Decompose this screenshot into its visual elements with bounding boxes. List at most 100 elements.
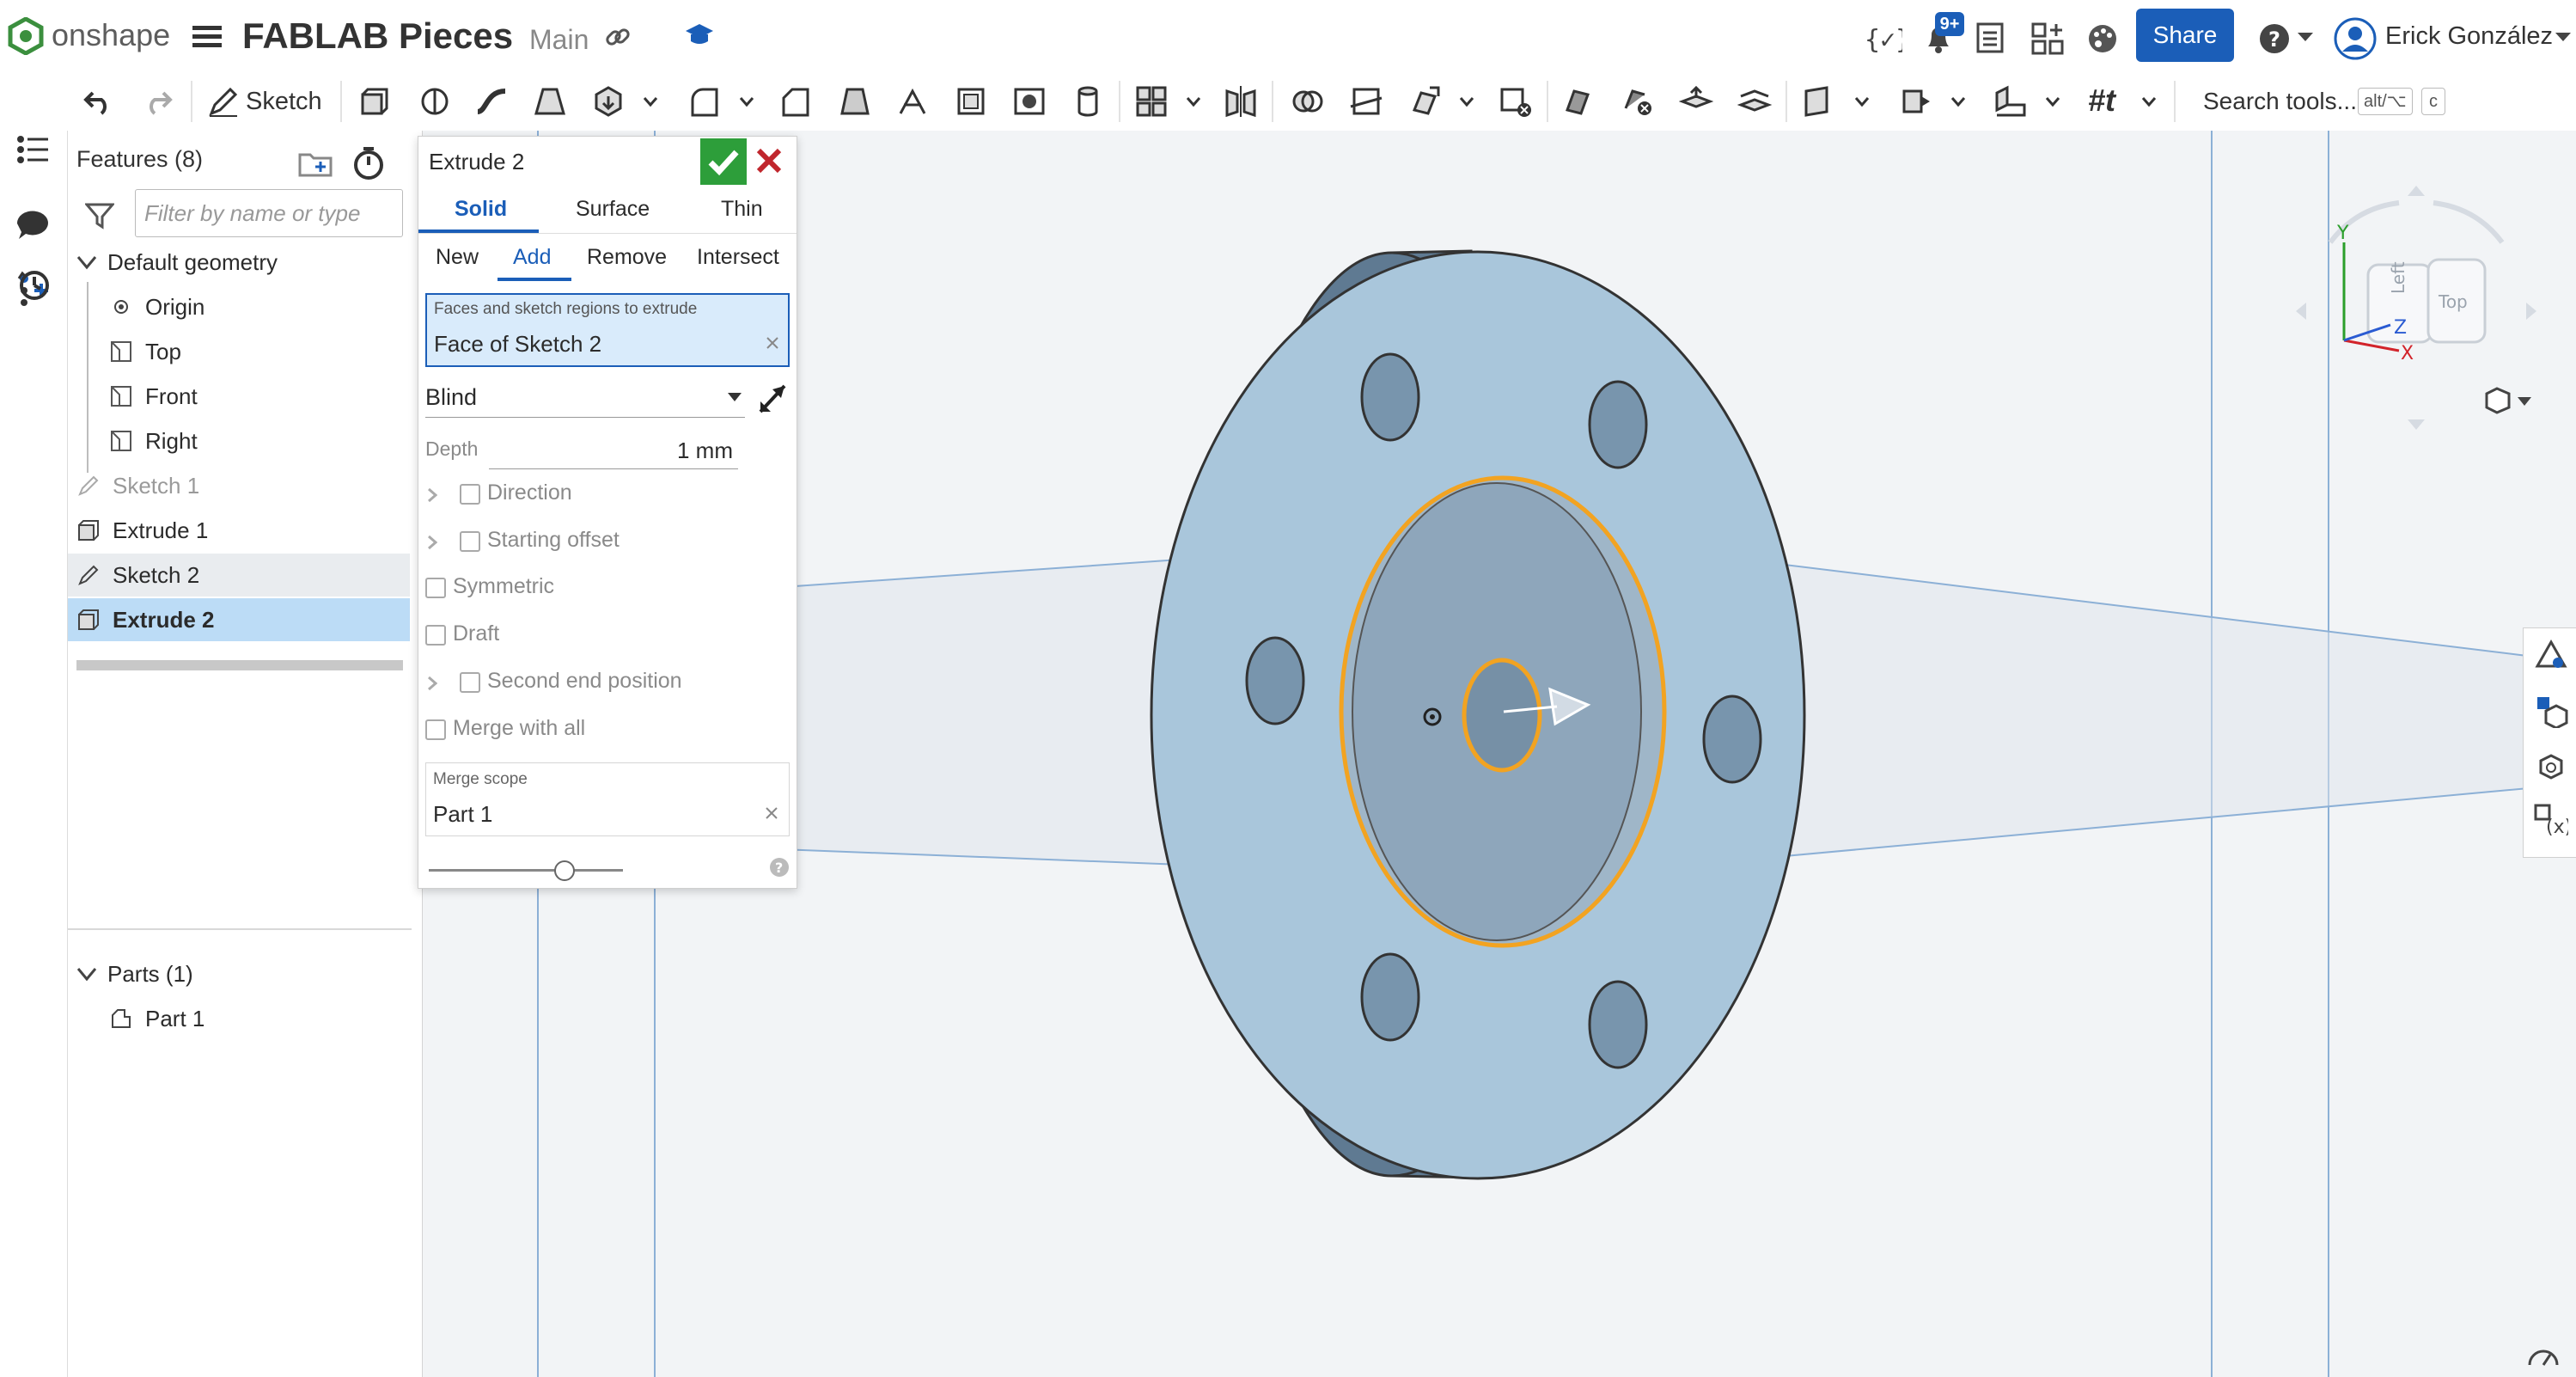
tree-item-right[interactable]: Right: [68, 419, 412, 462]
end-type-select[interactable]: Blind: [425, 379, 745, 418]
rollback-bar[interactable]: [76, 660, 403, 670]
sweep-tool-icon[interactable]: [474, 84, 509, 119]
pattern-chevron-down-icon[interactable]: [1186, 96, 1201, 107]
filter-funnel-icon[interactable]: [85, 201, 114, 230]
comments-icon[interactable]: [14, 206, 52, 244]
transform-chevron-down-icon[interactable]: [1459, 96, 1474, 107]
transform-tool-icon[interactable]: [1407, 84, 1442, 119]
undo-icon[interactable]: [81, 84, 115, 119]
revolve-tool-icon[interactable]: [418, 84, 452, 119]
featurescript-chevron-down-icon[interactable]: [2141, 96, 2157, 107]
mass-properties-icon[interactable]: [2534, 749, 2568, 783]
speedometer-icon[interactable]: [2526, 1343, 2561, 1368]
preview-slider-thumb[interactable]: [554, 860, 576, 881]
mate-connector-tool-icon[interactable]: [1899, 84, 1933, 119]
chevron-down-icon[interactable]: [75, 250, 99, 274]
user-avatar-icon[interactable]: [2334, 17, 2377, 60]
tree-item-front[interactable]: Front: [68, 375, 412, 418]
featurescript-button[interactable]: #t: [2088, 83, 2115, 119]
history-timer-icon[interactable]: [14, 265, 52, 303]
op-new[interactable]: New: [436, 245, 479, 270]
symmetric-checkbox[interactable]: [425, 578, 446, 598]
tree-default-geometry[interactable]: Default geometry: [68, 241, 412, 284]
tab-thin[interactable]: Thin: [721, 197, 763, 222]
parts-panel-icon[interactable]: [2534, 694, 2568, 728]
sheet-metal-chevron-down-icon[interactable]: [2045, 96, 2060, 107]
hole-tool-icon[interactable]: [1012, 84, 1047, 119]
app-store-grid-icon[interactable]: [2031, 22, 2064, 55]
split-tool-icon[interactable]: [1349, 84, 1383, 119]
replace-face-tool-icon[interactable]: [1737, 84, 1772, 119]
filter-input[interactable]: Filter by name or type: [135, 189, 403, 237]
share-button[interactable]: Share: [2136, 9, 2234, 62]
document-title[interactable]: FABLAB Pieces: [242, 15, 513, 57]
release-checklist-icon[interactable]: [1975, 22, 2005, 53]
sketch-button[interactable]: Sketch: [246, 88, 322, 116]
redo-icon[interactable]: [141, 84, 175, 119]
tree-parts-header[interactable]: Parts (1): [68, 952, 412, 995]
variables-panel-icon[interactable]: (x): [2534, 804, 2568, 838]
branch-name[interactable]: Main: [529, 24, 589, 56]
draft-tool-icon[interactable]: [837, 84, 871, 119]
tree-item-sketch-1[interactable]: Sketch 1: [68, 464, 412, 507]
mirror-tool-icon[interactable]: [1224, 84, 1258, 119]
faces-selection-field[interactable]: Faces and sketch regions to extrude Face…: [425, 293, 790, 367]
link-icon[interactable]: [603, 22, 632, 52]
hamburger-menu-icon[interactable]: [192, 24, 222, 50]
sketch-pencil-icon[interactable]: [206, 84, 241, 119]
cancel-x-button[interactable]: [750, 142, 788, 180]
move-face-tool-icon[interactable]: [1679, 84, 1713, 119]
delete-part-tool-icon[interactable]: [1499, 84, 1533, 119]
featurescript-braces-icon[interactable]: {✓}: [1865, 22, 1902, 55]
tab-surface[interactable]: Surface: [576, 197, 650, 222]
help-chevron-down-icon[interactable]: [2298, 33, 2313, 43]
loft-tool-icon[interactable]: [533, 84, 567, 119]
modify-fillet-tool-icon[interactable]: [1562, 84, 1596, 119]
direction-expand-chevron-right-icon[interactable]: [427, 487, 437, 503]
preview-slider-track[interactable]: [429, 869, 623, 872]
clear-selection-icon[interactable]: [766, 336, 779, 350]
learning-center-icon[interactable]: [684, 21, 715, 50]
cylinder-tool-icon[interactable]: [1071, 84, 1105, 119]
fillet-chevron-down-icon[interactable]: [739, 96, 754, 107]
draft-checkbox[interactable]: [425, 625, 446, 646]
app-logo-text[interactable]: onshape: [52, 17, 170, 53]
connector-chevron-down-icon[interactable]: [1950, 96, 1966, 107]
shell-tool-icon[interactable]: [954, 84, 988, 119]
depth-input[interactable]: 1 mm: [489, 434, 738, 469]
boolean-tool-icon[interactable]: [1291, 84, 1325, 119]
merge-with-all-checkbox[interactable]: [425, 719, 446, 740]
starting-offset-expand-chevron-right-icon[interactable]: [427, 535, 437, 550]
merge-scope-field[interactable]: Merge scope Part 1: [425, 762, 790, 836]
linear-pattern-tool-icon[interactable]: [1134, 84, 1169, 119]
rollback-timer-icon[interactable]: [351, 146, 386, 181]
op-add[interactable]: Add: [513, 245, 551, 270]
tree-item-extrude-2[interactable]: Extrude 2: [68, 598, 410, 641]
appearance-panel-icon[interactable]: [2534, 639, 2568, 673]
second-end-expand-chevron-right-icon[interactable]: [427, 676, 437, 691]
op-remove[interactable]: Remove: [587, 245, 667, 270]
tab-solid[interactable]: Solid: [455, 197, 507, 222]
plane-chevron-down-icon[interactable]: [1854, 96, 1870, 107]
second-end-checkbox[interactable]: [460, 672, 480, 693]
direction-checkbox[interactable]: [460, 484, 480, 505]
appearance-palette-icon[interactable]: [2086, 22, 2119, 55]
plane-tool-icon[interactable]: [1803, 84, 1837, 119]
help-icon[interactable]: ?: [2258, 22, 2291, 55]
delete-face-tool-icon[interactable]: [1621, 84, 1655, 119]
user-name[interactable]: Erick González: [2385, 22, 2553, 51]
chamfer-tool-icon[interactable]: [778, 84, 813, 119]
chevron-down-icon[interactable]: [75, 962, 99, 986]
extrude-tool-icon[interactable]: [357, 84, 392, 119]
user-menu-chevron-down-icon[interactable]: [2555, 33, 2571, 43]
sheet-metal-tool-icon[interactable]: [1993, 84, 2028, 119]
accept-check-button[interactable]: [700, 138, 747, 185]
onshape-logo-icon[interactable]: [7, 17, 45, 55]
tree-item-top[interactable]: Top: [68, 330, 412, 373]
tree-item-origin[interactable]: Origin: [68, 285, 412, 328]
starting-offset-checkbox[interactable]: [460, 531, 480, 552]
thicken-chevron-down-icon[interactable]: [643, 96, 658, 107]
search-tools-box[interactable]: Search tools... alt/⌥ c: [2189, 79, 2447, 122]
tree-part-1[interactable]: Part 1: [68, 997, 412, 1040]
view-mode-dropdown[interactable]: [2483, 385, 2535, 416]
